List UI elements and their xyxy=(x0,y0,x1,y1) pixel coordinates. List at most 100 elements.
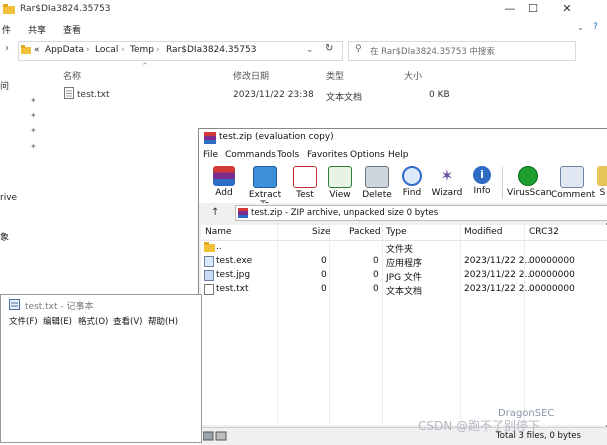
nav-item-1[interactable]: 问 xyxy=(0,79,9,92)
col-header-size[interactable]: Size xyxy=(312,227,330,237)
sfx-label: S xyxy=(599,188,606,198)
row-name: test.exe xyxy=(216,256,253,266)
sfx-button[interactable]: S xyxy=(597,163,607,203)
ribbon xyxy=(0,18,607,39)
col-header-type[interactable]: 类型 xyxy=(326,69,344,82)
tab-view[interactable]: 查看 xyxy=(63,23,81,36)
breadcrumb-temp[interactable]: Temp xyxy=(130,45,154,55)
info-button[interactable]: i Info xyxy=(469,163,495,203)
row-modified: 2023/11/22 2... xyxy=(464,256,534,266)
drive-status-icon xyxy=(203,431,227,441)
image-file-icon xyxy=(204,270,214,281)
menu-options[interactable]: Options xyxy=(350,150,385,160)
menu-tools[interactable]: Tools xyxy=(277,150,299,160)
row-packed: 0 xyxy=(373,270,379,280)
view-label: View xyxy=(329,190,351,200)
wizard-button[interactable]: ✶ Wizard xyxy=(431,163,463,203)
tab-share[interactable]: 共享 xyxy=(28,23,46,36)
virusscan-button[interactable]: VirusScan xyxy=(507,163,552,203)
menu-file[interactable]: File xyxy=(203,150,218,160)
menu-file[interactable]: 文件(F) xyxy=(9,315,38,327)
row-type: 文本文档 xyxy=(386,287,423,297)
virusscan-label: VirusScan xyxy=(507,188,552,198)
breadcrumb-sep-icon: › xyxy=(86,45,90,55)
menu-edit[interactable]: 编辑(E) xyxy=(43,315,72,327)
breadcrumb-current[interactable]: Rar$DIa3824.35753 xyxy=(166,45,257,55)
row-crc32: 00000000 xyxy=(529,256,575,266)
row-size: 0 xyxy=(321,284,327,294)
col-header-packed[interactable]: Packed xyxy=(349,227,381,237)
nav-item-3[interactable]: 象 xyxy=(0,230,9,243)
menu-help[interactable]: 帮助(H) xyxy=(148,315,178,327)
menu-help[interactable]: Help xyxy=(388,150,409,160)
explorer-window-title: Rar$DIa3824.35753 xyxy=(20,4,111,14)
tab-file[interactable]: 件 xyxy=(2,23,11,36)
menu-commands[interactable]: Commands xyxy=(225,150,276,160)
breadcrumb-appdata[interactable]: AppData xyxy=(45,45,84,55)
col-header-name[interactable]: 名称 xyxy=(63,69,81,82)
test-label: Test xyxy=(296,190,314,200)
col-header-crc32[interactable]: CRC32 xyxy=(529,227,559,237)
up-arrow-icon[interactable]: › xyxy=(5,43,9,54)
address-folder-icon xyxy=(21,45,31,54)
watermark-csdn: CSDN @跑不了别停下 xyxy=(418,419,541,433)
breadcrumb-sep-icon: › xyxy=(121,45,125,55)
notepad-text-area[interactable] xyxy=(1,331,201,442)
magic-wand-icon: ✶ xyxy=(440,166,454,185)
search-placeholder[interactable]: 在 Rar$DIa3824.35753 中搜索 xyxy=(370,45,495,57)
wizard-label: Wizard xyxy=(431,188,463,198)
delete-button[interactable]: Delete xyxy=(361,163,393,203)
folder-icon xyxy=(3,4,15,14)
row-type: JPG 文件 xyxy=(386,273,422,283)
file-type: 文本文档 xyxy=(326,93,363,103)
maximize-button[interactable]: ☐ xyxy=(518,0,548,18)
trash-icon xyxy=(365,166,389,188)
menu-favorites[interactable]: Favorites xyxy=(307,150,348,160)
col-header-type[interactable]: Type xyxy=(386,227,407,237)
sort-indicator-icon: ^ xyxy=(142,62,148,70)
row-size: 0 xyxy=(321,270,327,280)
find-label: Find xyxy=(402,188,422,198)
view-book-icon xyxy=(328,166,352,188)
comment-icon xyxy=(560,166,584,188)
add-label: Add xyxy=(215,188,233,198)
winrar-logo-icon xyxy=(204,132,216,144)
magnifier-icon xyxy=(402,166,422,186)
row-packed: 0 xyxy=(373,284,379,294)
file-name[interactable]: test.txt xyxy=(77,90,110,100)
help-icon[interactable]: ? xyxy=(593,22,598,32)
breadcrumb-local[interactable]: Local xyxy=(95,45,118,55)
sfx-icon xyxy=(597,166,607,186)
zip-archive-icon xyxy=(238,208,248,218)
address-dropdown-icon[interactable]: ⌄ xyxy=(306,45,314,55)
view-button[interactable]: View xyxy=(325,163,355,203)
refresh-icon[interactable]: ↻ xyxy=(325,43,333,54)
row-modified: 2023/11/22 2... xyxy=(464,284,534,294)
close-button[interactable]: ✕ xyxy=(552,0,582,18)
delete-label: Delete xyxy=(362,190,392,200)
notepad-window: test.txt - 记事本 文件(F) 编辑(E) 格式(O) 查看(V) 帮… xyxy=(0,294,202,443)
address-overflow[interactable]: « xyxy=(34,45,40,55)
col-header-size[interactable]: 大小 xyxy=(404,69,422,82)
find-button[interactable]: Find xyxy=(399,163,425,203)
ribbon-expand-icon[interactable]: ⌄ xyxy=(577,23,584,32)
file-modified: 2023/11/22 23:38 xyxy=(233,90,314,100)
col-header-modified[interactable]: 修改日期 xyxy=(233,69,269,82)
text-file-icon xyxy=(204,284,214,295)
extract-to-button[interactable]: Extract To xyxy=(243,163,287,210)
menu-format[interactable]: 格式(O) xyxy=(78,315,108,327)
menu-view[interactable]: 查看(V) xyxy=(113,315,142,327)
notepad-app-icon xyxy=(9,299,20,310)
comment-button[interactable]: Comment xyxy=(551,163,595,203)
add-button[interactable]: Add xyxy=(209,163,239,203)
extract-folder-icon xyxy=(253,166,277,188)
breadcrumb-sep-icon: › xyxy=(156,45,160,55)
add-archive-icon xyxy=(213,166,235,186)
col-header-modified[interactable]: Modified xyxy=(464,227,502,237)
row-name: test.txt xyxy=(216,284,249,294)
up-one-level-icon[interactable]: ↑ xyxy=(211,207,219,218)
nav-item-2[interactable]: rive xyxy=(0,193,17,203)
test-button[interactable]: Test xyxy=(291,163,319,203)
col-header-name[interactable]: Name xyxy=(205,227,232,237)
row-modified: 2023/11/22 2... xyxy=(464,270,534,280)
